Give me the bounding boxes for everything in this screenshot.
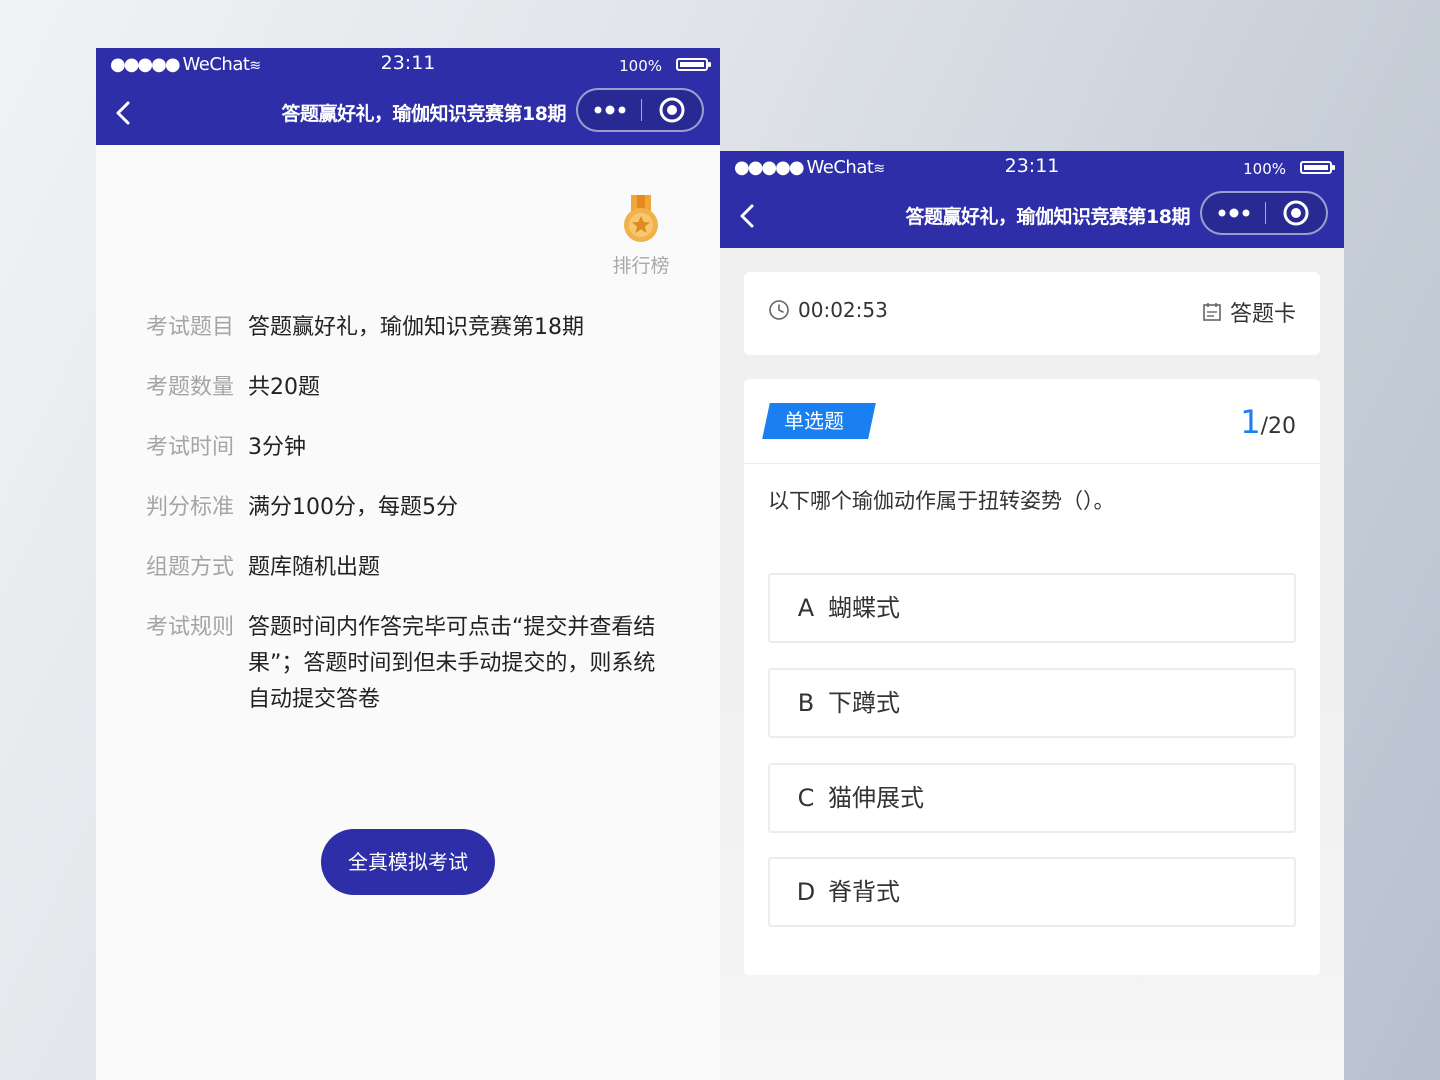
close-target-icon[interactable] xyxy=(658,96,686,124)
answer-card-button[interactable]: 答题卡 xyxy=(1202,296,1296,328)
info-row-title: 考试题目 答题赢好礼，瑜伽知识竞赛第18期 xyxy=(146,310,676,346)
option-text: 猫伸展式 xyxy=(828,784,924,812)
timer-card: 00:02:53 答题卡 xyxy=(744,272,1320,355)
medal-icon xyxy=(624,195,658,242)
mini-program-capsule xyxy=(1200,191,1328,235)
info-label: 考试时间 xyxy=(146,435,235,460)
top-bar: ●●●●● WeChat≋ 23:11 100% 答题赢好礼，瑜伽知识竞赛第18期 xyxy=(720,151,1344,248)
capsule-divider xyxy=(641,99,642,121)
nav-bar: 答题赢好礼，瑜伽知识竞赛第18期 xyxy=(720,185,1344,248)
info-label: 考试题目 xyxy=(146,315,235,340)
info-value: 答题时间内作答完毕可点击“提交并查看结果”；答题时间到但未手动提交的，则系统自动… xyxy=(248,615,656,712)
option-text: 蝴蝶式 xyxy=(828,594,900,622)
info-label: 考题数量 xyxy=(146,375,235,400)
status-bar: ●●●●● WeChat≋ 23:11 100% xyxy=(720,151,1344,185)
clock-icon xyxy=(769,300,789,320)
question-progress: 1/20 xyxy=(1240,403,1296,441)
capsule-divider xyxy=(1265,202,1266,224)
option-b[interactable]: B 下蹲式 xyxy=(768,668,1296,738)
option-a[interactable]: A 蝴蝶式 xyxy=(768,573,1296,643)
current-question-number: 1 xyxy=(1240,403,1261,441)
answer-card-icon xyxy=(1203,303,1221,321)
question-header: 单选题 1/20 xyxy=(744,379,1320,464)
option-letter: B xyxy=(797,689,815,717)
back-arrow-icon[interactable] xyxy=(734,202,762,230)
more-icon[interactable] xyxy=(1216,201,1252,225)
exam-intro-screen: ●●●●● WeChat≋ 23:11 100% 答题赢好礼，瑜伽知识竞赛第18期 xyxy=(96,48,720,1080)
info-row-count: 考题数量 共20题 xyxy=(146,370,676,406)
info-value: 答题赢好礼，瑜伽知识竞赛第18期 xyxy=(248,315,584,340)
leaderboard-label: 排行榜 xyxy=(612,255,670,277)
option-letter: D xyxy=(796,878,816,906)
info-row-rules: 考试规则 答题时间内作答完毕可点击“提交并查看结果”；答题时间到但未手动提交的，… xyxy=(146,610,676,718)
leaderboard-button[interactable]: 排行榜 xyxy=(608,193,674,278)
info-value: 满分100分，每题5分 xyxy=(248,495,458,520)
nav-bar: 答题赢好礼，瑜伽知识竞赛第18期 xyxy=(96,82,720,145)
mini-program-capsule xyxy=(576,88,704,132)
option-text: 下蹲式 xyxy=(828,689,900,717)
answer-card-label: 答题卡 xyxy=(1229,302,1296,327)
question-screen: ●●●●● WeChat≋ 23:11 100% 答题赢好礼，瑜伽知识竞赛第18期 xyxy=(720,151,1344,1080)
exam-info: 考试题目 答题赢好礼，瑜伽知识竞赛第18期 考题数量 共20题 考试时间 3分钟… xyxy=(146,310,676,742)
start-mock-exam-button[interactable]: 全真模拟考试 xyxy=(321,829,495,895)
info-row-scoring: 判分标准 满分100分，每题5分 xyxy=(146,490,676,526)
info-value: 共20题 xyxy=(248,375,320,400)
top-bar: ●●●●● WeChat≋ 23:11 100% 答题赢好礼，瑜伽知识竞赛第18期 xyxy=(96,48,720,145)
total-questions: /20 xyxy=(1260,414,1296,439)
info-value: 3分钟 xyxy=(248,435,306,460)
back-arrow-icon[interactable] xyxy=(110,99,138,127)
page-title: 答题赢好礼，瑜伽知识竞赛第18期 xyxy=(905,206,1191,228)
info-row-method: 组题方式 题库随机出题 xyxy=(146,550,676,586)
more-icon[interactable] xyxy=(592,98,628,122)
status-bar: ●●●●● WeChat≋ 23:11 100% xyxy=(96,48,720,82)
battery-icon xyxy=(1300,161,1335,174)
battery-percent: 100% xyxy=(1243,160,1286,178)
info-label: 考试规则 xyxy=(146,615,235,640)
info-label: 组题方式 xyxy=(146,555,235,580)
question-type-label: 单选题 xyxy=(784,409,844,433)
question-text: 以下哪个瑜伽动作属于扭转姿势（）。 xyxy=(768,489,1115,513)
close-target-icon[interactable] xyxy=(1282,199,1310,227)
countdown-timer: 00:02:53 xyxy=(768,298,888,322)
option-letter: A xyxy=(797,594,815,622)
battery-icon xyxy=(676,58,711,71)
page-title: 答题赢好礼，瑜伽知识竞赛第18期 xyxy=(281,103,567,125)
info-label: 判分标准 xyxy=(146,495,235,520)
option-d[interactable]: D 脊背式 xyxy=(768,857,1296,927)
info-value: 题库随机出题 xyxy=(248,555,381,580)
timer-value: 00:02:53 xyxy=(798,298,888,322)
info-row-time: 考试时间 3分钟 xyxy=(146,430,676,466)
option-c[interactable]: C 猫伸展式 xyxy=(768,763,1296,833)
option-text: 脊背式 xyxy=(828,878,900,906)
question-type-badge: 单选题 xyxy=(762,403,876,439)
option-letter: C xyxy=(797,784,815,812)
battery-percent: 100% xyxy=(619,57,662,75)
question-card: 单选题 1/20 以下哪个瑜伽动作属于扭转姿势（）。 A 蝴蝶式 B 下蹲式 C 猫伸… xyxy=(744,379,1320,975)
